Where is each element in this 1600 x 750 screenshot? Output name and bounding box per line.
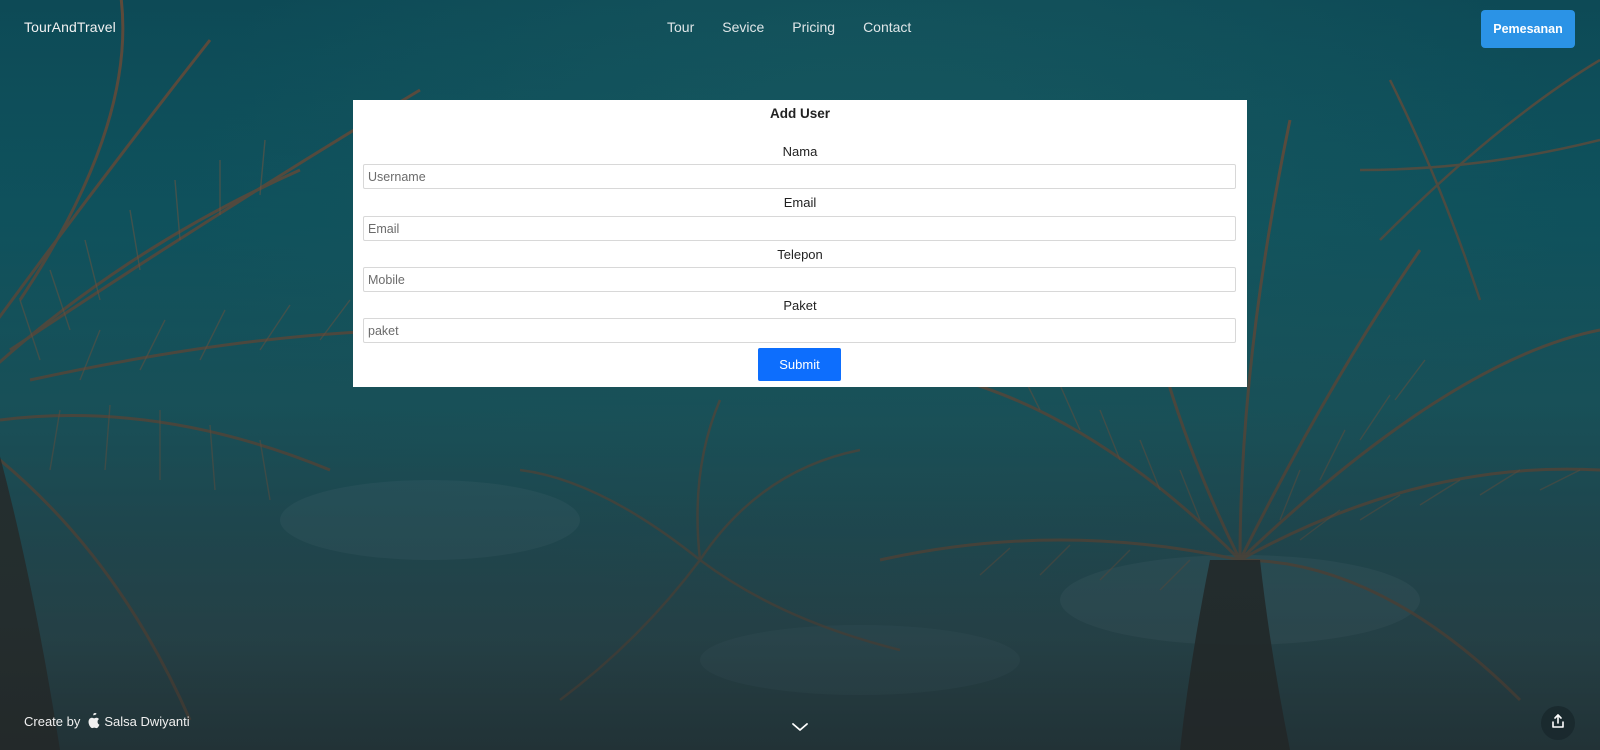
email-label: Email xyxy=(783,195,817,210)
chevron-down-icon[interactable] xyxy=(790,720,810,734)
submit-button[interactable]: Submit xyxy=(758,348,841,381)
share-icon xyxy=(1550,713,1566,734)
name-input[interactable] xyxy=(363,164,1236,189)
credit-name: Salsa Dwiyanti xyxy=(104,713,190,729)
nav-link-pricing[interactable]: Pricing xyxy=(792,19,835,35)
add-user-card: Add User Nama Email Telepon Paket Submit xyxy=(353,100,1247,387)
name-label: Nama xyxy=(782,144,818,159)
nav-link-tour[interactable]: Tour xyxy=(667,19,694,35)
phone-label: Telepon xyxy=(777,247,823,262)
package-label: Paket xyxy=(783,298,817,313)
package-input[interactable] xyxy=(363,318,1236,343)
card-title: Add User xyxy=(769,106,830,121)
nav-link-service[interactable]: Sevice xyxy=(722,19,764,35)
navbar: TourAndTravel Tour Sevice Pricing Contac… xyxy=(0,0,1600,58)
phone-input[interactable] xyxy=(363,267,1236,292)
email-input[interactable] xyxy=(363,216,1236,241)
page: TourAndTravel Tour Sevice Pricing Contac… xyxy=(0,0,1600,750)
nav-links: Tour Sevice Pricing Contact xyxy=(667,19,911,35)
credit-prefix: Create by xyxy=(24,713,81,729)
nav-link-contact[interactable]: Contact xyxy=(863,19,911,35)
brand-logo-link[interactable]: TourAndTravel xyxy=(24,19,116,35)
order-button[interactable]: Pemesanan xyxy=(1481,10,1575,48)
footer-credit: Create by Salsa Dwiyanti xyxy=(24,712,190,729)
share-button[interactable] xyxy=(1541,706,1575,740)
apple-icon xyxy=(86,712,100,729)
